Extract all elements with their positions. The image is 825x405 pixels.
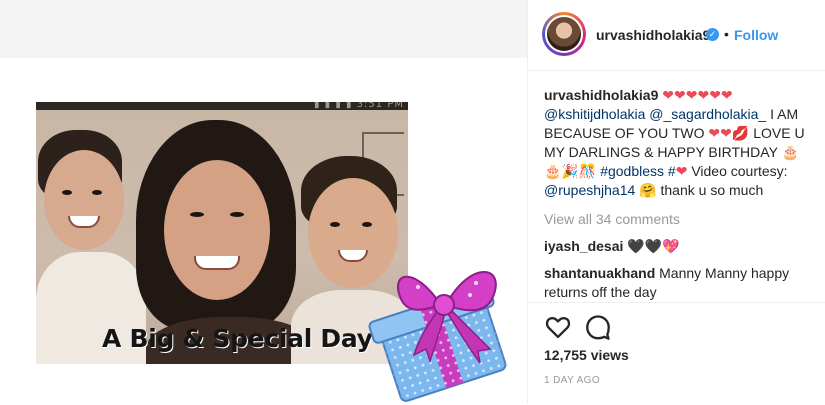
comment-item: iyash_desai 🖤🖤💖 [544,237,816,256]
hashtag-link[interactable]: #godbless # [600,163,676,179]
caption-text: thank u so much [660,182,764,198]
separator-dot: • [724,26,729,42]
post-media[interactable]: ▮ ▮ ▮ ▮ 3:51 PM A Big & Special Day [0,0,527,404]
post-details-panel: urvashidholakia9 ✓ • Follow urvashidhola… [527,0,825,404]
comment-username[interactable]: iyash_desai [544,238,623,254]
eye [92,190,102,195]
eye [230,212,244,217]
mention-link[interactable]: @_sagardholakia_ [649,106,766,122]
post-timestamp: 1 DAY AGO [544,375,601,386]
video-frame[interactable]: ▮ ▮ ▮ ▮ 3:51 PM A Big & Special Day [0,58,527,404]
hearts-emoji: ❤❤❤❤❤❤ [662,87,733,103]
smile [194,256,240,270]
woman-face [164,160,270,300]
post-header: urvashidholakia9 ✓ • Follow [528,0,825,71]
caption-username[interactable]: urvashidholakia9 [544,87,658,103]
mention-link[interactable]: @rupeshjha14 [544,182,635,198]
view-all-comments-link[interactable]: View all 34 comments [544,210,816,229]
gift-icon [368,271,507,402]
caption-text: Video courtesy: [691,163,788,179]
comments-section: urvashidholakia9 ❤❤❤❤❤❤ @kshitijdholakia… [544,86,816,301]
kiss-emoji: 💋 [731,125,750,141]
comment-username[interactable]: shantanuakhand [544,265,655,281]
post-actions: 12,755 views 1 DAY AGO [528,302,825,405]
photo-status-strip: ▮ ▮ ▮ ▮ 3:51 PM [36,102,408,110]
verified-icon: ✓ [706,28,719,41]
avatar-image [545,15,583,53]
avatar[interactable] [542,12,586,56]
comment-text: 🖤🖤💖 [627,238,680,254]
eye [362,222,372,227]
mention-link[interactable]: @kshitijdholakia [544,106,645,122]
smile [68,216,100,228]
boy1-face [44,150,124,250]
heart-emoji: ❤ [675,163,688,179]
hearts-emoji: ❤❤ [708,125,732,141]
media-top-area [0,0,527,58]
eye [330,222,340,227]
hug-emoji: 🤗 [639,182,657,198]
heart-icon[interactable] [544,313,572,341]
post-caption: urvashidholakia9 ❤❤❤❤❤❤ @kshitijdholakia… [544,86,816,200]
eye [62,190,72,195]
view-count[interactable]: 12,755 views [544,347,629,363]
comment-icon[interactable] [584,313,612,341]
header-username[interactable]: urvashidholakia9 [596,27,710,43]
comment-item: shantanuakhand Manny Manny happy returns… [544,264,816,301]
video-caption: A Big & Special Day [102,324,373,353]
follow-button[interactable]: Follow [734,27,778,43]
eye [190,212,204,217]
photo-status-text: ▮ ▮ ▮ ▮ 3:51 PM [313,102,404,110]
